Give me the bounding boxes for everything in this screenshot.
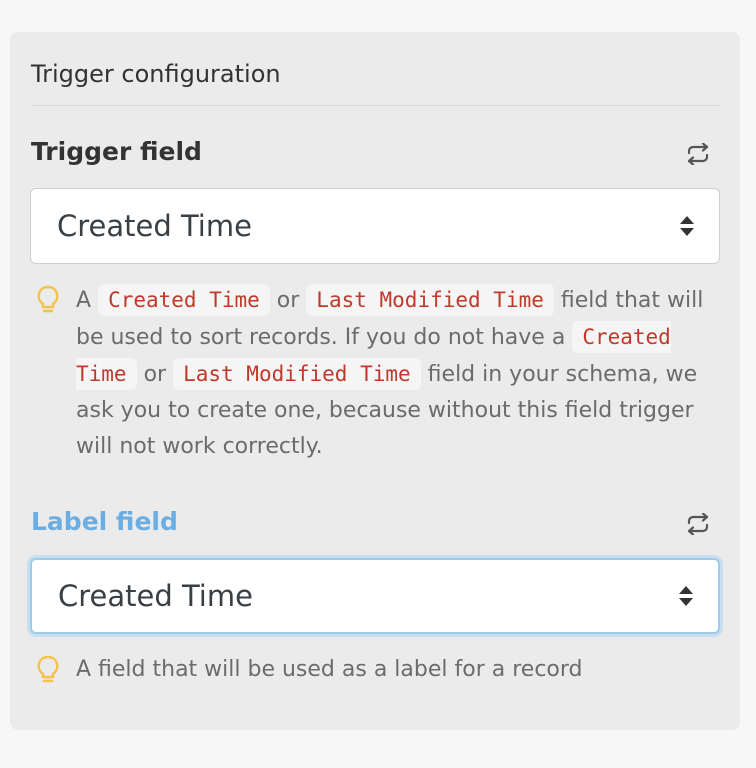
label-field-select[interactable]: Created Time bbox=[30, 558, 720, 634]
sort-caret-icon bbox=[680, 216, 694, 236]
code-created-time: Created Time bbox=[98, 284, 270, 316]
trigger-field-hint-text: A Created Time or Last Modified Time fie… bbox=[76, 282, 716, 465]
refresh-icon bbox=[687, 143, 709, 165]
label-field-select-value: Created Time bbox=[58, 579, 253, 613]
panel-header: Trigger configuration bbox=[31, 58, 720, 106]
trigger-field-select[interactable]: Created Time bbox=[30, 188, 720, 264]
trigger-field-select-value: Created Time bbox=[57, 209, 252, 243]
hint-text-segment: or bbox=[143, 362, 167, 387]
code-last-modified-time: Last Modified Time bbox=[173, 358, 421, 390]
trigger-field-refresh-button[interactable] bbox=[682, 140, 714, 168]
refresh-icon bbox=[687, 513, 709, 535]
hint-text-segment: A bbox=[76, 288, 92, 313]
trigger-field-title: Trigger field bbox=[31, 137, 202, 166]
sort-caret-icon bbox=[679, 586, 693, 606]
hint-text-segment: or bbox=[276, 288, 300, 313]
label-field-refresh-button[interactable] bbox=[682, 510, 714, 538]
label-field-title: Label field bbox=[31, 507, 178, 536]
lightbulb-icon bbox=[37, 285, 59, 313]
label-field-hint-text: A field that will be used as a label for… bbox=[76, 657, 583, 682]
trigger-configuration-panel: Trigger configuration Trigger field Crea… bbox=[10, 32, 740, 730]
lightbulb-icon bbox=[37, 655, 59, 683]
code-last-modified-time: Last Modified Time bbox=[306, 284, 554, 316]
